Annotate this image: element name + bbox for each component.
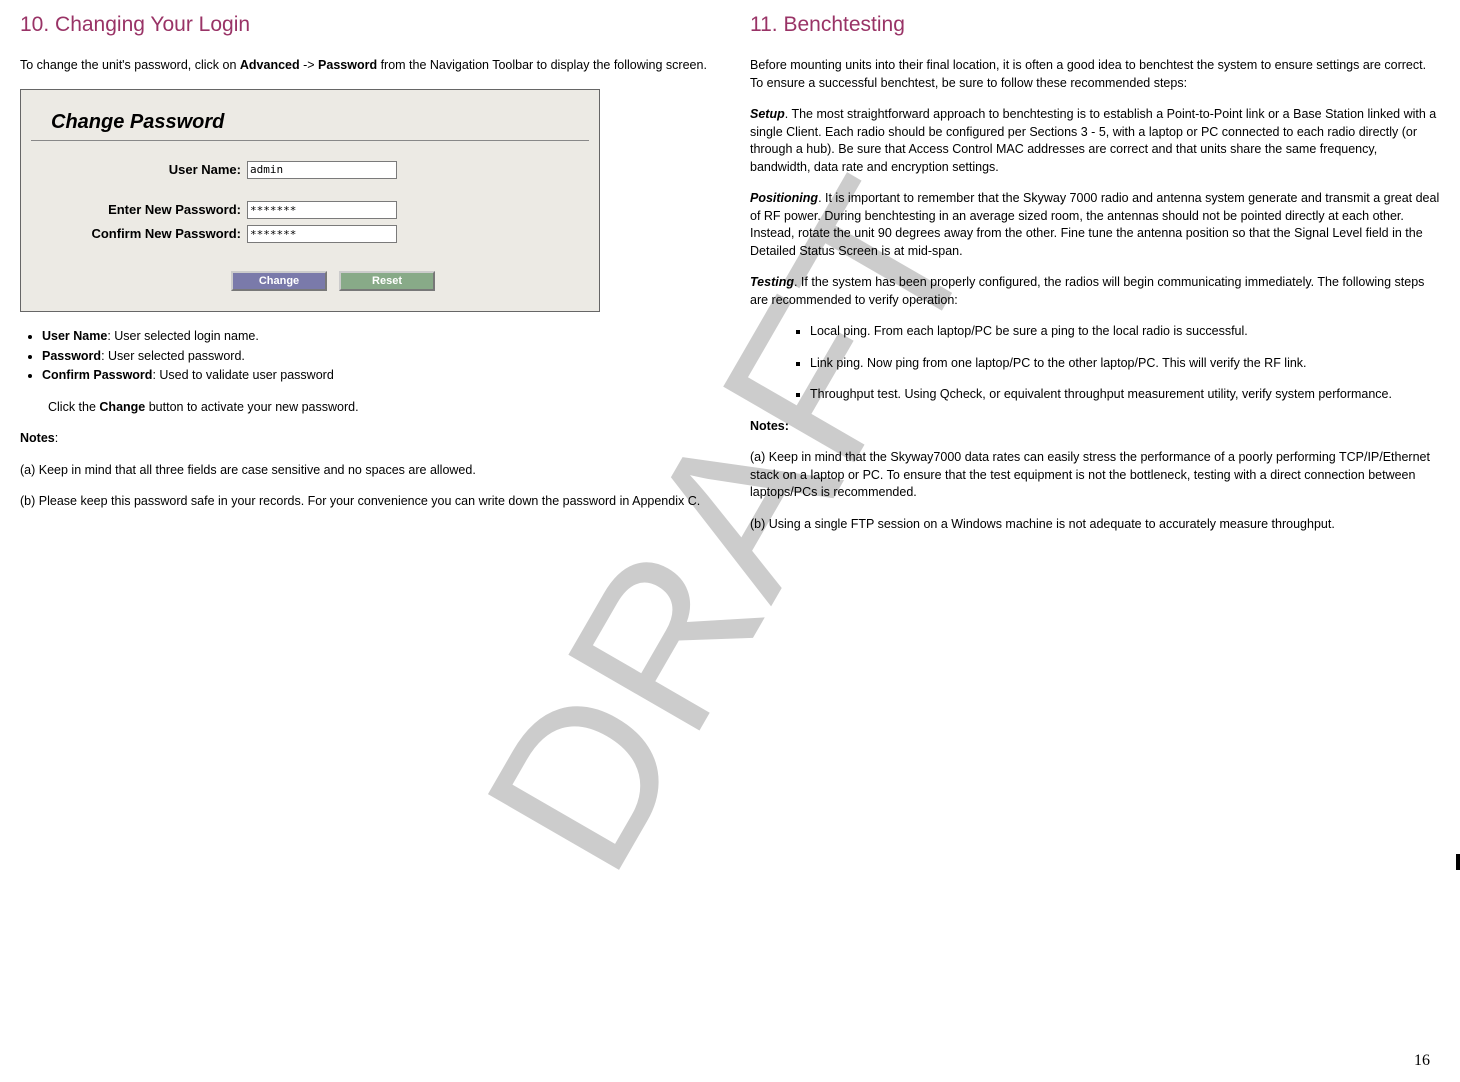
click-instruction: Click the Change button to activate your… (48, 399, 710, 417)
text-bold: Password (42, 349, 101, 363)
text-bold: Confirm Password (42, 368, 152, 382)
text-bold: Notes (20, 431, 55, 445)
note-b: (b) Please keep this password safe in yo… (20, 493, 710, 511)
testing-steps-list: Local ping. From each laptop/PC be sure … (750, 323, 1440, 404)
notes-label: Notes: (750, 418, 1440, 436)
list-item: Link ping. Now ping from one laptop/PC t… (810, 355, 1440, 373)
text: : User selected password. (101, 349, 245, 363)
text: button to activate your new password. (145, 400, 358, 414)
text: : User selected login name. (107, 329, 258, 343)
left-column: 10. Changing Your Login To change the un… (20, 10, 710, 547)
text-bold-italic: Testing (750, 275, 794, 289)
reset-button[interactable]: Reset (339, 271, 435, 291)
note-a: (a) Keep in mind that all three fields a… (20, 462, 710, 480)
change-password-panel: Change Password User Name: Enter New Pas… (20, 89, 600, 313)
page-number: 16 (1414, 1050, 1430, 1072)
page-columns: 10. Changing Your Login To change the un… (20, 10, 1440, 547)
label-new-password: Enter New Password: (31, 201, 241, 219)
text: . It is important to remember that the S… (750, 191, 1439, 258)
text: : Used to validate user password (152, 368, 333, 382)
text-bold-italic: Setup (750, 107, 785, 121)
text-bold: Notes: (750, 419, 789, 433)
page-edge-mark (1456, 854, 1460, 870)
intro-paragraph: Before mounting units into their final l… (750, 57, 1440, 92)
list-item: Password: User selected password. (42, 348, 710, 366)
change-button[interactable]: Change (231, 271, 327, 291)
setup-paragraph: Setup. The most straightforward approach… (750, 106, 1440, 176)
list-item: Local ping. From each laptop/PC be sure … (810, 323, 1440, 341)
text: from the Navigation Toolbar to display t… (377, 58, 707, 72)
label-username: User Name: (31, 161, 241, 179)
button-row: Change Reset (231, 271, 589, 291)
text-bold-italic: Positioning (750, 191, 818, 205)
label-confirm-password: Confirm New Password: (31, 225, 241, 243)
section-heading-11: 11. Benchtesting (750, 10, 1440, 39)
positioning-paragraph: Positioning. It is important to remember… (750, 190, 1440, 260)
panel-title: Change Password (51, 108, 589, 136)
list-item: Confirm Password: Used to validate user … (42, 367, 710, 385)
list-item: User Name: User selected login name. (42, 328, 710, 346)
intro-paragraph: To change the unit's password, click on … (20, 57, 710, 75)
text: Click the (48, 400, 99, 414)
text: . The most straightforward approach to b… (750, 107, 1436, 174)
text: -> (300, 58, 318, 72)
text-bold: Change (99, 400, 145, 414)
form-row-confirm-password: Confirm New Password: (31, 225, 589, 243)
testing-paragraph: Testing. If the system has been properly… (750, 274, 1440, 309)
text: To change the unit's password, click on (20, 58, 240, 72)
text-bold: User Name (42, 329, 107, 343)
text-bold: Advanced (240, 58, 300, 72)
divider (31, 140, 589, 141)
username-input[interactable] (247, 161, 397, 179)
list-item: Throughput test. Using Qcheck, or equiva… (810, 386, 1440, 404)
field-description-list: User Name: User selected login name. Pas… (20, 328, 710, 385)
form-row-username: User Name: (31, 161, 589, 179)
new-password-input[interactable] (247, 201, 397, 219)
notes-label: Notes: (20, 430, 710, 448)
note-b: (b) Using a single FTP session on a Wind… (750, 516, 1440, 534)
section-heading-10: 10. Changing Your Login (20, 10, 710, 39)
text: . If the system has been properly config… (750, 275, 1424, 307)
note-a: (a) Keep in mind that the Skyway7000 dat… (750, 449, 1440, 502)
right-column: 11. Benchtesting Before mounting units i… (750, 10, 1440, 547)
confirm-password-input[interactable] (247, 225, 397, 243)
form-row-new-password: Enter New Password: (31, 201, 589, 219)
text-bold: Password (318, 58, 377, 72)
